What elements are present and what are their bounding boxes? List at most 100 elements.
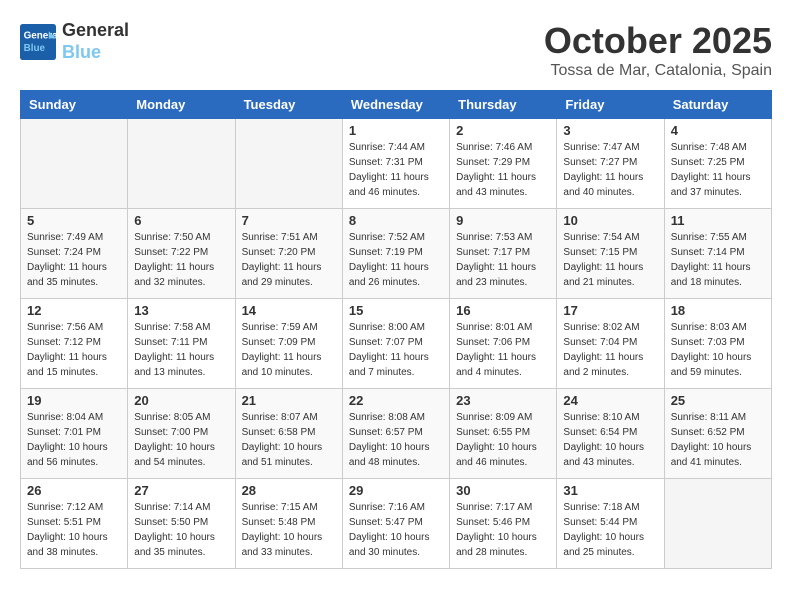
calendar-cell: 29 Sunrise: 7:16 AM Sunset: 5:47 PM Dayli…: [342, 479, 449, 569]
day-number: 4: [671, 123, 765, 138]
calendar-cell: 23 Sunrise: 8:09 AM Sunset: 6:55 PM Dayli…: [450, 389, 557, 479]
day-number: 31: [563, 483, 657, 498]
svg-text:Blue: Blue: [24, 43, 46, 54]
location-title: Tossa de Mar, Catalonia, Spain: [544, 62, 772, 80]
day-number: 23: [456, 393, 550, 408]
calendar-cell: 19 Sunrise: 8:04 AM Sunset: 7:01 PM Dayli…: [21, 389, 128, 479]
day-info: Sunrise: 7:50 AM Sunset: 7:22 PM Dayligh…: [134, 230, 228, 290]
calendar-cell: 4 Sunrise: 7:48 AM Sunset: 7:25 PM Daylig…: [664, 119, 771, 209]
logo-icon: General Blue: [20, 24, 56, 60]
day-number: 8: [349, 213, 443, 228]
calendar-week-3: 12 Sunrise: 7:56 AM Sunset: 7:12 PM Dayli…: [21, 299, 772, 389]
calendar-week-5: 26Sunrise: 7:12 AM Sunset: 5:51 PM Dayli…: [21, 479, 772, 569]
calendar-cell: 14Sunrise: 7:59 AM Sunset: 7:09 PM Dayli…: [235, 299, 342, 389]
day-info: Sunrise: 7:15 AM Sunset: 5:48 PM Dayligh…: [242, 500, 336, 560]
day-info: Sunrise: 7:55 AM Sunset: 7:14 PM Dayligh…: [671, 230, 765, 290]
day-number: 9: [456, 213, 550, 228]
day-number: 12: [27, 303, 121, 318]
calendar-cell: 1Sunrise: 7:44 AM Sunset: 7:31 PM Daylig…: [342, 119, 449, 209]
month-title: October 2025: [544, 20, 772, 62]
day-info: Sunrise: 7:46 AM Sunset: 7:29 PM Dayligh…: [456, 140, 550, 200]
calendar-cell: [235, 119, 342, 209]
calendar-cell: 5 Sunrise: 7:49 AM Sunset: 7:24 PM Daylig…: [21, 209, 128, 299]
calendar-cell: 30 Sunrise: 7:17 AM Sunset: 5:46 PM Dayli…: [450, 479, 557, 569]
day-info: Sunrise: 8:05 AM Sunset: 7:00 PM Dayligh…: [134, 410, 228, 470]
day-number: 13: [134, 303, 228, 318]
day-number: 27: [134, 483, 228, 498]
calendar-cell: 20 Sunrise: 8:05 AM Sunset: 7:00 PM Dayli…: [128, 389, 235, 479]
day-number: 19: [27, 393, 121, 408]
day-number: 21: [242, 393, 336, 408]
day-info: Sunrise: 8:04 AM Sunset: 7:01 PM Dayligh…: [27, 410, 121, 470]
day-info: Sunrise: 7:16 AM Sunset: 5:47 PM Dayligh…: [349, 500, 443, 560]
day-info: Sunrise: 7:48 AM Sunset: 7:25 PM Dayligh…: [671, 140, 765, 200]
logo-line2: Blue: [62, 42, 129, 64]
logo-line1: General: [62, 20, 129, 42]
calendar-cell: 17Sunrise: 8:02 AM Sunset: 7:04 PM Dayli…: [557, 299, 664, 389]
calendar-cell: 6 Sunrise: 7:50 AM Sunset: 7:22 PM Daylig…: [128, 209, 235, 299]
weekday-header-wednesday: Wednesday: [342, 91, 449, 119]
day-info: Sunrise: 8:08 AM Sunset: 6:57 PM Dayligh…: [349, 410, 443, 470]
calendar-cell: 28 Sunrise: 7:15 AM Sunset: 5:48 PM Dayli…: [235, 479, 342, 569]
day-info: Sunrise: 8:09 AM Sunset: 6:55 PM Dayligh…: [456, 410, 550, 470]
weekday-header-saturday: Saturday: [664, 91, 771, 119]
calendar-cell: [664, 479, 771, 569]
day-number: 17: [563, 303, 657, 318]
day-info: Sunrise: 8:10 AM Sunset: 6:54 PM Dayligh…: [563, 410, 657, 470]
calendar-cell: [128, 119, 235, 209]
calendar-cell: 11Sunrise: 7:55 AM Sunset: 7:14 PM Dayli…: [664, 209, 771, 299]
day-info: Sunrise: 7:52 AM Sunset: 7:19 PM Dayligh…: [349, 230, 443, 290]
day-number: 24: [563, 393, 657, 408]
day-number: 6: [134, 213, 228, 228]
calendar-cell: 27 Sunrise: 7:14 AM Sunset: 5:50 PM Dayli…: [128, 479, 235, 569]
weekday-header-friday: Friday: [557, 91, 664, 119]
day-info: Sunrise: 7:17 AM Sunset: 5:46 PM Dayligh…: [456, 500, 550, 560]
calendar-cell: 9Sunrise: 7:53 AM Sunset: 7:17 PM Daylig…: [450, 209, 557, 299]
day-number: 28: [242, 483, 336, 498]
calendar-week-4: 19 Sunrise: 8:04 AM Sunset: 7:01 PM Dayli…: [21, 389, 772, 479]
calendar-cell: 24 Sunrise: 8:10 AM Sunset: 6:54 PM Dayli…: [557, 389, 664, 479]
day-info: Sunrise: 7:59 AM Sunset: 7:09 PM Dayligh…: [242, 320, 336, 380]
calendar-cell: 18Sunrise: 8:03 AM Sunset: 7:03 PM Dayli…: [664, 299, 771, 389]
day-info: Sunrise: 7:58 AM Sunset: 7:11 PM Dayligh…: [134, 320, 228, 380]
weekday-header-monday: Monday: [128, 91, 235, 119]
day-info: Sunrise: 7:56 AM Sunset: 7:12 PM Dayligh…: [27, 320, 121, 380]
calendar-cell: 7 Sunrise: 7:51 AM Sunset: 7:20 PM Daylig…: [235, 209, 342, 299]
weekday-header-row: SundayMondayTuesdayWednesdayThursdayFrid…: [21, 91, 772, 119]
calendar-cell: 31 Sunrise: 7:18 AM Sunset: 5:44 PM Dayli…: [557, 479, 664, 569]
calendar-cell: 22 Sunrise: 8:08 AM Sunset: 6:57 PM Dayli…: [342, 389, 449, 479]
day-info: Sunrise: 7:54 AM Sunset: 7:15 PM Dayligh…: [563, 230, 657, 290]
day-info: Sunrise: 8:03 AM Sunset: 7:03 PM Dayligh…: [671, 320, 765, 380]
day-info: Sunrise: 7:51 AM Sunset: 7:20 PM Dayligh…: [242, 230, 336, 290]
day-number: 30: [456, 483, 550, 498]
day-info: Sunrise: 8:01 AM Sunset: 7:06 PM Dayligh…: [456, 320, 550, 380]
calendar-cell: 16 Sunrise: 8:01 AM Sunset: 7:06 PM Dayli…: [450, 299, 557, 389]
day-number: 7: [242, 213, 336, 228]
title-block: October 2025 Tossa de Mar, Catalonia, Sp…: [544, 20, 772, 80]
calendar-cell: [21, 119, 128, 209]
calendar-cell: 2Sunrise: 7:46 AM Sunset: 7:29 PM Daylig…: [450, 119, 557, 209]
day-number: 16: [456, 303, 550, 318]
day-info: Sunrise: 7:12 AM Sunset: 5:51 PM Dayligh…: [27, 500, 121, 560]
day-number: 20: [134, 393, 228, 408]
day-info: Sunrise: 7:18 AM Sunset: 5:44 PM Dayligh…: [563, 500, 657, 560]
logo: General Blue General Blue: [20, 20, 129, 63]
calendar-cell: 12 Sunrise: 7:56 AM Sunset: 7:12 PM Dayli…: [21, 299, 128, 389]
day-info: Sunrise: 7:49 AM Sunset: 7:24 PM Dayligh…: [27, 230, 121, 290]
weekday-header-sunday: Sunday: [21, 91, 128, 119]
calendar-cell: 21Sunrise: 8:07 AM Sunset: 6:58 PM Dayli…: [235, 389, 342, 479]
weekday-header-thursday: Thursday: [450, 91, 557, 119]
calendar-cell: 15Sunrise: 8:00 AM Sunset: 7:07 PM Dayli…: [342, 299, 449, 389]
day-number: 3: [563, 123, 657, 138]
calendar-cell: 25Sunrise: 8:11 AM Sunset: 6:52 PM Dayli…: [664, 389, 771, 479]
day-number: 25: [671, 393, 765, 408]
day-info: Sunrise: 7:14 AM Sunset: 5:50 PM Dayligh…: [134, 500, 228, 560]
day-number: 29: [349, 483, 443, 498]
day-number: 5: [27, 213, 121, 228]
day-number: 15: [349, 303, 443, 318]
calendar-table: SundayMondayTuesdayWednesdayThursdayFrid…: [20, 90, 772, 569]
calendar-cell: 3Sunrise: 7:47 AM Sunset: 7:27 PM Daylig…: [557, 119, 664, 209]
day-number: 22: [349, 393, 443, 408]
page-header: General Blue General Blue October 2025 T…: [20, 20, 772, 80]
calendar-cell: 10Sunrise: 7:54 AM Sunset: 7:15 PM Dayli…: [557, 209, 664, 299]
